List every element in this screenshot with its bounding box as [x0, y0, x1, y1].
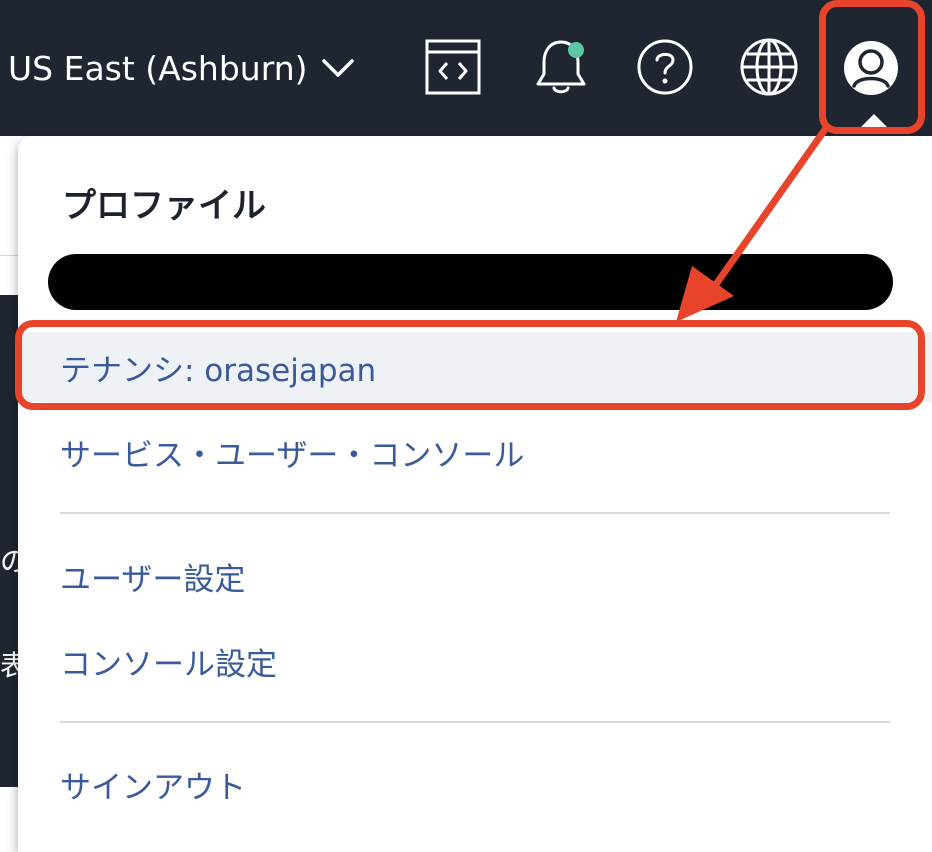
globe-icon [740, 38, 798, 96]
menu-item-user-settings[interactable]: ユーザー設定 [18, 541, 932, 611]
user-settings-label: ユーザー設定 [60, 561, 246, 598]
screenshot-root: US East (Ashburn) の 表 プロファイル テナンシ: orase… [0, 0, 932, 852]
profile-button[interactable] [823, 3, 919, 131]
language-button[interactable] [738, 36, 800, 98]
console-settings-label: コンソール設定 [60, 646, 277, 683]
help-icon [637, 39, 693, 95]
sign-out-label: サインアウト [60, 769, 246, 806]
region-selector[interactable]: US East (Ashburn) [8, 40, 355, 96]
profile-dropdown-menu: プロファイル テナンシ: orasejapan サービス・ユーザー・コンソール … [18, 136, 932, 852]
notifications-button[interactable] [530, 36, 592, 98]
tenancy-label: テナンシ: orasejapan [60, 352, 377, 389]
menu-divider [60, 721, 890, 723]
notification-dot [568, 42, 584, 58]
menu-item-console-settings[interactable]: コンソール設定 [18, 626, 932, 696]
code-editor-button[interactable] [422, 36, 484, 98]
redacted-username [48, 254, 893, 310]
chevron-down-icon [322, 59, 355, 77]
code-editor-icon [425, 39, 481, 95]
top-navigation-bar: US East (Ashburn) [0, 0, 932, 136]
bell-icon [536, 40, 586, 94]
menu-item-service-user-console[interactable]: サービス・ユーザー・コンソール [18, 417, 932, 487]
service-user-console-label: サービス・ユーザー・コンソール [60, 437, 525, 474]
menu-item-tenancy[interactable]: テナンシ: orasejapan [18, 332, 932, 402]
menu-divider [60, 512, 890, 514]
region-label: US East (Ashburn) [8, 48, 308, 88]
help-button[interactable] [634, 36, 696, 98]
menu-caret [860, 114, 888, 128]
profile-icon [844, 41, 898, 95]
menu-item-sign-out[interactable]: サインアウト [18, 749, 932, 819]
menu-title: プロファイル [62, 186, 266, 226]
